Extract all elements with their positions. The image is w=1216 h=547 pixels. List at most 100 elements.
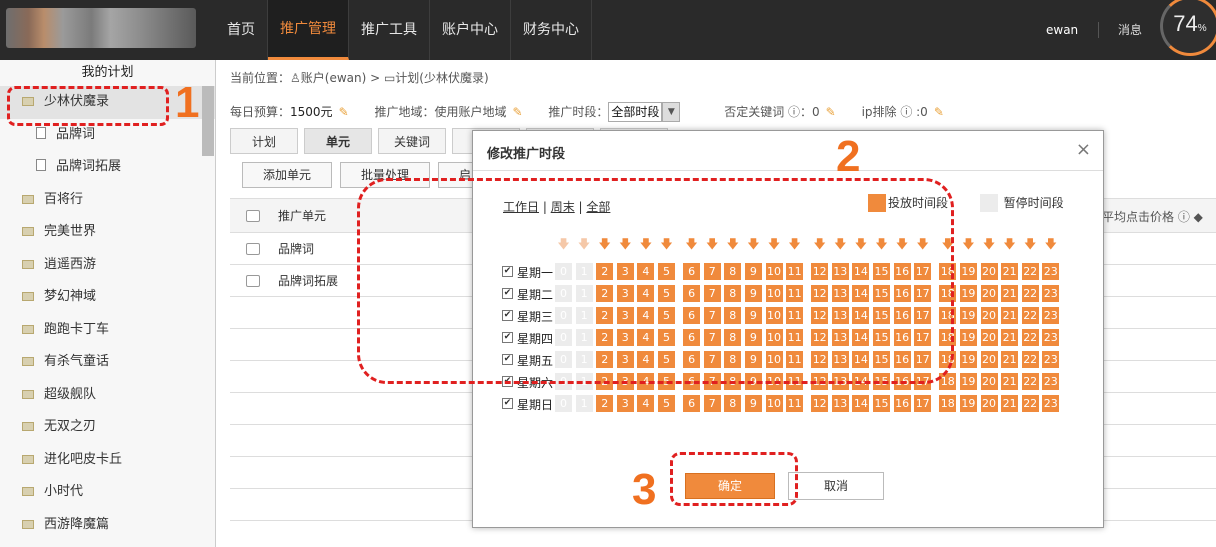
hour-cell[interactable]: 4: [637, 395, 655, 412]
row-checkbox[interactable]: [246, 242, 260, 255]
hour-cell[interactable]: 21: [1001, 285, 1019, 302]
hour-cell[interactable]: 9: [744, 395, 762, 412]
ip-exclude: ip排除 ⓘ :0: [861, 105, 928, 119]
hour-cell[interactable]: 15: [873, 395, 890, 412]
edit-ip-icon[interactable]: ✎: [934, 105, 944, 119]
sidebar-item[interactable]: 有杀气童话: [0, 346, 215, 379]
day-checkbox[interactable]: ✔: [502, 398, 513, 409]
sidebar-item[interactable]: 逍遥西游: [0, 249, 215, 282]
edit-region-icon[interactable]: ✎: [512, 105, 522, 119]
hour-cell[interactable]: 23: [1042, 307, 1060, 324]
scrollbar[interactable]: [202, 86, 214, 156]
hour-cell[interactable]: 2: [596, 395, 614, 412]
hour-cell[interactable]: 22: [1021, 395, 1039, 412]
hour-cell[interactable]: 13: [831, 395, 849, 412]
row-checkbox[interactable]: [246, 274, 260, 287]
hour-cell[interactable]: 11: [786, 395, 804, 412]
hour-cell[interactable]: 8: [724, 395, 742, 412]
hour-cell[interactable]: 19: [959, 263, 977, 280]
sidebar-item[interactable]: 超级舰队: [0, 379, 215, 412]
hour-cell[interactable]: 22: [1021, 373, 1039, 390]
hour-cell[interactable]: 1: [575, 395, 593, 412]
hour-arrow-icon[interactable]: 🡇: [960, 237, 977, 251]
hour-cell[interactable]: 22: [1021, 351, 1039, 368]
hour-cell[interactable]: 6: [683, 395, 701, 412]
hour-cell[interactable]: 7: [703, 395, 721, 412]
hour-cell[interactable]: 22: [1021, 329, 1039, 346]
edit-budget-icon[interactable]: ✎: [339, 105, 349, 119]
hour-cell[interactable]: 19: [959, 351, 977, 368]
sidebar-item[interactable]: 小时代: [0, 476, 215, 509]
sidebar-item[interactable]: 品牌词拓展: [0, 151, 215, 184]
cancel-button[interactable]: 取消: [788, 472, 884, 500]
hour-cell[interactable]: 19: [959, 373, 977, 390]
hour-cell[interactable]: 21: [1001, 351, 1019, 368]
tab[interactable]: 单元: [304, 128, 372, 154]
sidebar-item[interactable]: 进化吧皮卡丘: [0, 444, 215, 477]
hour-cell[interactable]: 17: [914, 395, 932, 412]
hour-cell[interactable]: 23: [1042, 373, 1060, 390]
nav-item[interactable]: 账户中心: [430, 0, 511, 60]
hour-cell[interactable]: 20: [980, 285, 998, 302]
hour-cell[interactable]: 21: [1001, 373, 1019, 390]
hour-cell[interactable]: 19: [959, 307, 977, 324]
username[interactable]: ewan: [1046, 0, 1078, 60]
hour-cell[interactable]: 19: [959, 395, 977, 412]
chevron-down-icon[interactable]: ▼: [662, 102, 681, 122]
hour-cell[interactable]: 19: [959, 329, 977, 346]
hour-cell[interactable]: 20: [980, 263, 998, 280]
hour-cell[interactable]: 21: [1001, 329, 1019, 346]
select-all-checkbox[interactable]: [246, 209, 260, 222]
sidebar-item[interactable]: 完美世界: [0, 216, 215, 249]
messages-link[interactable]: 消息: [1118, 0, 1142, 60]
hour-cell[interactable]: 23: [1042, 263, 1060, 280]
hour-cell[interactable]: 22: [1021, 285, 1039, 302]
sidebar-item-label: 百将行: [44, 191, 84, 207]
sidebar-item[interactable]: 跑跑卡丁车: [0, 314, 215, 347]
sidebar-item[interactable]: 西游降魔篇: [0, 509, 215, 542]
hour-cell[interactable]: 0: [555, 395, 572, 412]
hour-cell[interactable]: 23: [1042, 285, 1060, 302]
hour-cell[interactable]: 10: [765, 395, 783, 412]
unit-name[interactable]: 品牌词: [278, 240, 314, 257]
hour-cell[interactable]: 22: [1021, 307, 1039, 324]
close-icon[interactable]: ×: [1076, 139, 1091, 160]
hour-arrow-icon[interactable]: 🡇: [981, 237, 998, 251]
nav-item[interactable]: 财务中心: [511, 0, 592, 60]
hour-cell[interactable]: 19: [959, 285, 977, 302]
tab[interactable]: 关键词: [378, 128, 446, 154]
action-button[interactable]: 添加单元: [242, 162, 333, 188]
hour-cell[interactable]: 18: [939, 395, 957, 412]
hour-cell[interactable]: 22: [1021, 263, 1039, 280]
hour-cell[interactable]: 14: [852, 395, 870, 412]
edit-neg-keywords-icon[interactable]: ✎: [826, 105, 836, 119]
hour-cell[interactable]: 23: [1042, 329, 1060, 346]
avg-price-header[interactable]: 平均点击价格 ⓘ ◆: [1102, 208, 1203, 225]
hour-arrow-icon[interactable]: 🡇: [1022, 237, 1039, 251]
sidebar-item[interactable]: 梦幻神域: [0, 281, 215, 314]
sidebar-item[interactable]: 无双之刃: [0, 411, 215, 444]
hour-cell[interactable]: 20: [980, 373, 998, 390]
tab[interactable]: 计划: [230, 128, 298, 154]
hour-cell[interactable]: 20: [980, 395, 998, 412]
unit-name[interactable]: 品牌词拓展: [278, 272, 338, 289]
hour-cell[interactable]: 21: [1001, 395, 1019, 412]
hour-cell[interactable]: 21: [1001, 263, 1019, 280]
hour-cell[interactable]: 3: [616, 395, 634, 412]
hour-cell[interactable]: 23: [1042, 395, 1060, 412]
sidebar-item[interactable]: 百将行: [0, 184, 215, 217]
hour-cell[interactable]: 5: [658, 395, 675, 412]
nav-item[interactable]: 首页: [215, 0, 268, 60]
nav-item[interactable]: 推广管理: [268, 0, 349, 60]
hour-cell[interactable]: 23: [1042, 351, 1060, 368]
hour-cell[interactable]: 20: [980, 351, 998, 368]
nav-item[interactable]: 推广工具: [349, 0, 430, 60]
hour-cell[interactable]: 21: [1001, 307, 1019, 324]
time-select[interactable]: 全部时段: [608, 102, 663, 122]
hour-arrow-icon[interactable]: 🡇: [1042, 237, 1059, 251]
hour-cell[interactable]: 16: [893, 395, 911, 412]
hour-cell[interactable]: 20: [980, 307, 998, 324]
hour-cell[interactable]: 20: [980, 329, 998, 346]
hour-arrow-icon[interactable]: 🡇: [1001, 237, 1018, 251]
hour-cell[interactable]: 12: [811, 395, 829, 412]
